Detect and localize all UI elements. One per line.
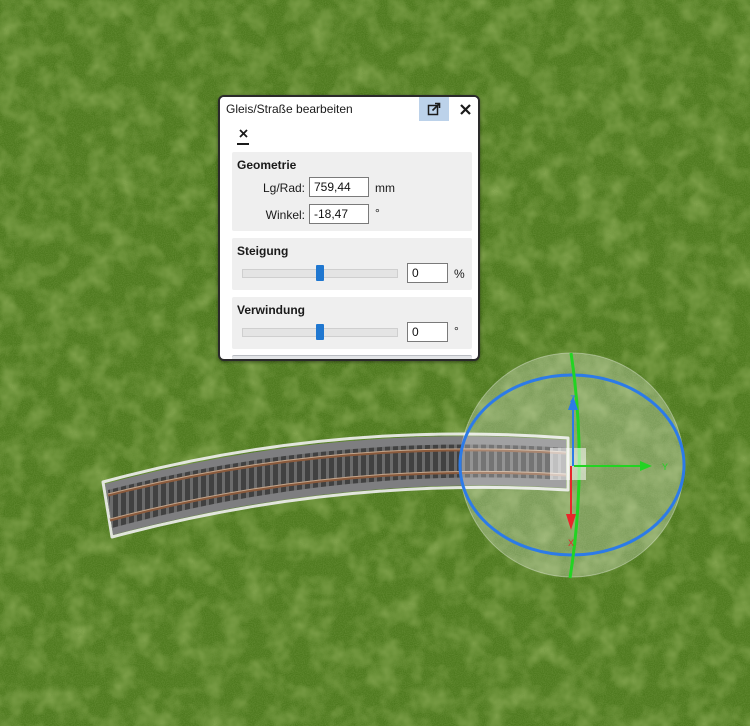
close-button[interactable] [452,97,478,121]
close-icon [459,103,471,115]
gradient-title: Steigung [237,244,289,258]
gizmo-label-x: X [568,538,574,548]
gradient-slider[interactable] [242,265,398,281]
twist-unit: ° [454,324,459,338]
clear-button[interactable] [237,126,249,145]
angle-label: Winkel: [265,208,305,222]
gradient-section: Steigung % [232,238,472,290]
popout-button[interactable] [419,97,449,121]
twist-title: Verwindung [237,303,306,317]
dialog-toolbar [220,122,478,149]
gradient-input[interactable] [407,263,448,283]
popout-icon [427,102,441,116]
angle-unit: ° [375,206,380,220]
gradient-unit: % [454,267,465,281]
length-label: Lg/Rad: [262,181,305,195]
twist-input[interactable] [407,322,448,342]
twist-section: Verwindung ° [232,297,472,349]
dialog-titlebar[interactable]: Gleis/Straße bearbeiten [220,97,478,122]
length-input[interactable] [309,177,369,197]
gizmo-center-handle[interactable] [550,448,586,480]
angle-input[interactable] [309,204,369,224]
dialog-title: Gleis/Straße bearbeiten [226,102,353,116]
geometry-title: Geometrie [237,158,297,172]
length-unit: mm [375,181,395,195]
twist-slider-thumb[interactable] [316,324,324,340]
twist-slider[interactable] [242,324,398,340]
transform-gizmo[interactable]: Y Z X [458,352,686,579]
geometry-section: Geometrie Lg/Rad: mm Winkel: ° [232,152,472,231]
gizmo-label-z: Z [570,394,576,404]
gizmo-label-y: Y [662,462,668,472]
edit-track-dialog: Gleis/Straße bearbeiten Geometrie Lg/Rad [218,95,480,361]
gradient-slider-thumb[interactable] [316,265,324,281]
clear-x-icon [238,129,248,138]
next-section-header [232,355,472,359]
